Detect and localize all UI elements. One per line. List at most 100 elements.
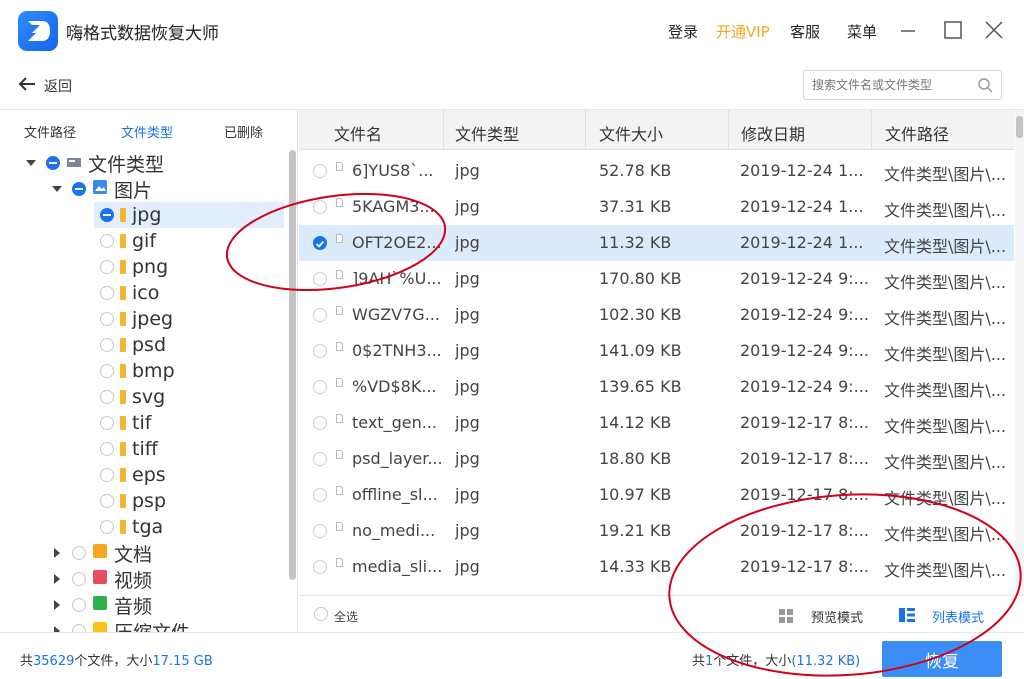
- recover-button[interactable]: 恢复: [882, 641, 1002, 677]
- type-checkbox[interactable]: [100, 234, 114, 248]
- table-row[interactable]: no_medi... jpg 19.21 KB 2019-12-17 8:... 文件类…: [299, 513, 1014, 549]
- tab-deleted[interactable]: 已删除: [224, 122, 263, 141]
- col-file-name[interactable]: 文件名: [334, 121, 382, 145]
- type-checkbox[interactable]: [100, 416, 114, 430]
- type-checkbox[interactable]: [100, 286, 114, 300]
- tree-node-eps[interactable]: eps: [100, 462, 166, 488]
- tree-node-other[interactable]: 压缩文件: [52, 618, 190, 632]
- images-checkbox[interactable]: [72, 182, 86, 196]
- left-scrollbar[interactable]: [289, 150, 296, 580]
- row-checkbox[interactable]: [313, 344, 327, 358]
- table-row[interactable]: 6]YUS8`... jpg 52.78 KB 2019-12-24 1... 文件类型…: [299, 153, 1014, 189]
- type-checkbox[interactable]: [100, 442, 114, 456]
- type-checkbox[interactable]: [100, 312, 114, 326]
- tree-node-jpeg[interactable]: jpeg: [100, 306, 173, 332]
- col-file-type[interactable]: 文件类型: [455, 121, 519, 145]
- tree-node-root[interactable]: 文件类型: [26, 150, 164, 176]
- type-checkbox[interactable]: [100, 208, 114, 222]
- tree-node-jpg[interactable]: jpg: [94, 202, 284, 228]
- caret-down-icon[interactable]: [26, 158, 36, 168]
- table-row[interactable]: text_gen... jpg 14.12 KB 2019-12-17 8:... 文件…: [299, 405, 1014, 441]
- tree-node-png[interactable]: png: [100, 254, 168, 280]
- tree-node-tif[interactable]: tif: [100, 410, 151, 436]
- vip-link[interactable]: 开通VIP: [716, 21, 770, 42]
- minimize-icon[interactable]: [896, 18, 920, 42]
- table-row[interactable]: media_sli... jpg 14.33 KB 2019-12-17 8:... 文…: [299, 549, 1014, 585]
- type-checkbox[interactable]: [100, 364, 114, 378]
- tree-node-other[interactable]: 文档: [52, 540, 152, 566]
- row-checkbox[interactable]: [313, 164, 327, 178]
- close-icon[interactable]: [982, 18, 1006, 42]
- row-checkbox[interactable]: [313, 380, 327, 394]
- preview-mode-button[interactable]: 预览模式: [811, 607, 863, 626]
- row-checkbox[interactable]: [313, 308, 327, 322]
- type-checkbox[interactable]: [100, 338, 114, 352]
- category-checkbox[interactable]: [72, 624, 86, 632]
- table-row[interactable]: %VD$8K... jpg 139.65 KB 2019-12-24 9:... 文件类…: [299, 369, 1014, 405]
- root-checkbox[interactable]: [46, 156, 60, 170]
- type-checkbox[interactable]: [100, 260, 114, 274]
- row-checkbox[interactable]: [313, 272, 327, 286]
- select-all-checkbox[interactable]: [314, 607, 328, 621]
- row-checkbox[interactable]: [313, 200, 327, 214]
- tree-node-other[interactable]: 视频: [52, 566, 152, 592]
- tab-file-path[interactable]: 文件路径: [24, 122, 76, 141]
- select-all-label[interactable]: 全选: [334, 608, 358, 625]
- service-link[interactable]: 客服: [790, 21, 820, 42]
- search-input[interactable]: [804, 71, 964, 99]
- row-checkbox[interactable]: [313, 416, 327, 430]
- tree-node-images[interactable]: 图片: [52, 176, 152, 202]
- row-checkbox[interactable]: [313, 560, 327, 574]
- back-button[interactable]: 返回: [18, 74, 72, 98]
- col-file-size[interactable]: 文件大小: [599, 121, 663, 145]
- tree-node-psp[interactable]: psp: [100, 488, 166, 514]
- col-modified-date[interactable]: 修改日期: [741, 121, 805, 145]
- table-row[interactable]: WGZV7G... jpg 102.30 KB 2019-12-24 9:... 文件类…: [299, 297, 1014, 333]
- caret-right-icon[interactable]: [52, 574, 62, 584]
- table-row[interactable]: 5KAGM3... jpg 37.31 KB 2019-12-24 1... 文件类型\…: [299, 189, 1014, 225]
- row-checkbox[interactable]: [313, 524, 327, 538]
- tree-node-tga[interactable]: tga: [100, 514, 163, 540]
- category-checkbox[interactable]: [72, 572, 86, 586]
- tree-node-psd[interactable]: psd: [100, 332, 166, 358]
- cell-file-type: jpg: [455, 269, 480, 288]
- login-link[interactable]: 登录: [668, 21, 698, 42]
- type-checkbox[interactable]: [100, 468, 114, 482]
- search-icon[interactable]: [977, 77, 993, 97]
- col-file-path[interactable]: 文件路径: [885, 121, 949, 145]
- folder-icon: [120, 520, 126, 534]
- caret-right-icon[interactable]: [52, 600, 62, 610]
- tree-node-ico[interactable]: ico: [100, 280, 159, 306]
- type-checkbox[interactable]: [100, 494, 114, 508]
- tree-node-tiff[interactable]: tiff: [100, 436, 158, 462]
- caret-right-icon[interactable]: [52, 548, 62, 558]
- list-mode-button[interactable]: 列表模式: [932, 607, 984, 626]
- row-checkbox[interactable]: [313, 488, 327, 502]
- list-view-icon[interactable]: [899, 607, 915, 626]
- grid-view-icon[interactable]: [779, 608, 793, 627]
- caret-down-icon[interactable]: [52, 184, 62, 194]
- tree-node-other[interactable]: 音频: [52, 592, 152, 618]
- tree-images-label: 图片: [114, 179, 153, 202]
- table-row[interactable]: ]9AH`%U... jpg 170.80 KB 2019-12-24 9:... 文件…: [299, 261, 1014, 297]
- table-row[interactable]: OFT2OE2... jpg 11.32 KB 2019-12-24 1... 文件类型…: [299, 225, 1014, 261]
- table-scrollbar[interactable]: [1015, 110, 1024, 595]
- category-checkbox[interactable]: [72, 598, 86, 612]
- type-checkbox[interactable]: [100, 390, 114, 404]
- tab-file-type[interactable]: 文件类型: [121, 122, 173, 141]
- tree-type-label: psd: [132, 334, 167, 356]
- type-checkbox[interactable]: [100, 520, 114, 534]
- tree-node-svg[interactable]: svg: [100, 384, 165, 410]
- table-row[interactable]: psd_layer... jpg 18.80 KB 2019-12-17 8:... 文…: [299, 441, 1014, 477]
- row-checkbox[interactable]: [313, 452, 327, 466]
- table-row[interactable]: offline_sl... jpg 10.97 KB 2019-12-17 8:...…: [299, 477, 1014, 513]
- table-row[interactable]: 0$2TNH3... jpg 141.09 KB 2019-12-24 9:... 文件…: [299, 333, 1014, 369]
- row-checkbox[interactable]: [313, 236, 327, 250]
- maximize-icon[interactable]: [941, 18, 965, 42]
- tree-node-bmp[interactable]: bmp: [100, 358, 175, 384]
- category-checkbox[interactable]: [72, 546, 86, 560]
- menu-link[interactable]: 菜单: [847, 21, 877, 42]
- folder-icon: [120, 494, 126, 508]
- table-scrollbar-thumb[interactable]: [1016, 116, 1023, 138]
- tree-node-gif[interactable]: gif: [100, 228, 156, 254]
